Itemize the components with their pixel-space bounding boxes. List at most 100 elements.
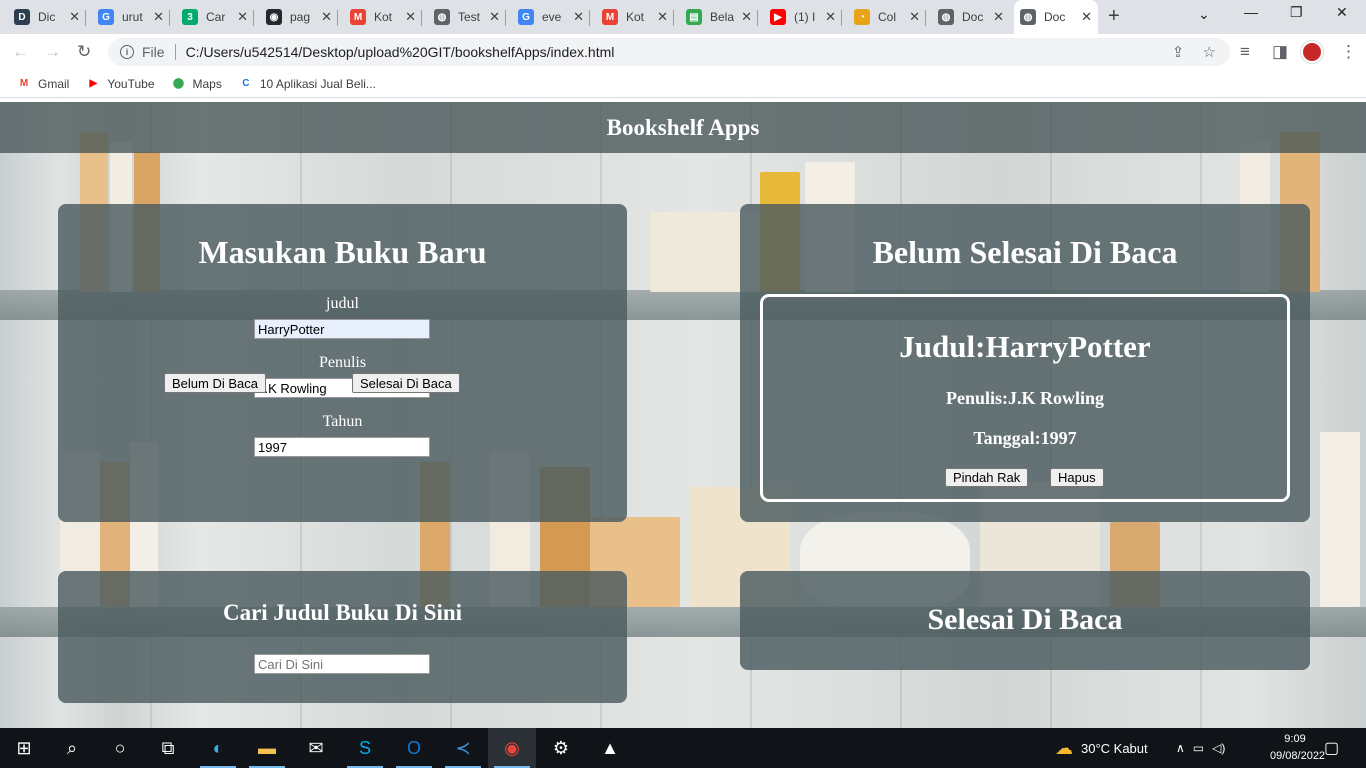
side-panel-icon[interactable]: ◨ (1272, 42, 1288, 62)
tab-title: Dic (38, 10, 56, 24)
weather-widget[interactable]: ☁ 30°C Kabut (1055, 728, 1148, 768)
bookmark-maps[interactable]: ⬤ Maps (171, 77, 222, 91)
task-view-icon[interactable]: ⧉ (144, 728, 192, 768)
close-icon[interactable]: ✕ (993, 9, 1004, 25)
gmail-icon: M (602, 9, 618, 25)
chevron-up-icon[interactable]: ∧ (1176, 741, 1185, 755)
app-header: Bookshelf Apps (0, 102, 1366, 153)
media-control-icon[interactable]: ≡ (1240, 42, 1250, 62)
browser-tab[interactable]: ▤ Bela ✕ (680, 4, 758, 30)
bookmark-label: Maps (192, 76, 222, 91)
url-text[interactable]: C:/Users/u542514/Desktop/upload%20GIT/bo… (186, 44, 615, 60)
close-icon[interactable]: ✕ (909, 9, 920, 25)
tab-search-icon[interactable]: ⌄ (1198, 6, 1210, 23)
move-shelf-button[interactable]: Pindah Rak (945, 468, 1029, 487)
close-icon[interactable]: ✕ (405, 9, 416, 25)
windows-start-icon[interactable]: ⊞ (0, 728, 48, 768)
book-card-year: Tanggal:1997 (973, 428, 1077, 448)
tab-title: Car (206, 10, 226, 24)
forward-icon[interactable]: → (44, 42, 61, 62)
search-input[interactable] (254, 654, 430, 674)
photos-icon[interactable]: ▲ (586, 728, 634, 768)
edge-icon[interactable]: ◐ (194, 728, 242, 768)
close-icon[interactable]: ✕ (573, 9, 584, 25)
book-card-author: Penulis:J.K Rowling (945, 388, 1105, 408)
reload-icon[interactable]: ↻ (77, 42, 91, 62)
bookmark-jual-beli[interactable]: C 10 Aplikasi Jual Beli... (238, 77, 376, 91)
avatar[interactable] (1301, 41, 1323, 63)
browser-tab[interactable]: ◉ pag ✕ (260, 4, 338, 30)
search-book-section: Cari Judul Buku Di Sini (58, 571, 627, 703)
tab-title: eve (542, 10, 562, 24)
outlook-icon[interactable]: O (390, 728, 438, 768)
browser-tab[interactable]: ◔ Col ✕ (848, 4, 926, 30)
close-icon[interactable]: ✕ (321, 9, 332, 25)
browser-tab[interactable]: G eve ✕ (512, 4, 590, 30)
browser-tab[interactable]: 3 Car ✕ (176, 4, 254, 30)
volume-icon[interactable]: ◁) (1212, 741, 1225, 755)
window-close-icon[interactable]: ✕ (1336, 4, 1348, 21)
book-year-input[interactable] (254, 437, 430, 457)
book-title-input[interactable] (254, 319, 430, 339)
close-icon[interactable]: ✕ (69, 9, 80, 25)
clock-time: 9:09 (1284, 733, 1306, 745)
close-icon[interactable]: ✕ (237, 9, 248, 25)
globe-icon: ◍ (434, 9, 450, 25)
network-icon[interactable]: ▭ (1193, 741, 1204, 755)
address-bar[interactable]: i File C:/Users/u542514/Desktop/upload%2… (108, 38, 1230, 66)
read-submit-button[interactable]: Selesai Di Baca (352, 373, 460, 393)
clock-date: 09/08/2022 (1270, 750, 1326, 762)
bookshelf-page: Bookshelf Apps Masukan Buku Baru judul P… (0, 102, 1366, 728)
skype-icon[interactable]: S (341, 728, 389, 768)
close-icon[interactable]: ✕ (1081, 9, 1092, 25)
restore-icon[interactable]: ❐ (1290, 4, 1303, 21)
bookmark-gmail[interactable]: M Gmail (16, 77, 70, 91)
search-section-title: Cari Judul Buku Di Sini (222, 600, 463, 625)
google-icon: G (98, 9, 114, 25)
browser-tab[interactable]: ◍ Test ✕ (428, 4, 506, 30)
unfinished-shelf-section: Belum Selesai Di Baca Judul:HarryPotter … (740, 204, 1310, 522)
star-icon[interactable]: ☆ (1203, 44, 1216, 61)
bookmark-label: YouTube (107, 76, 155, 91)
close-icon[interactable]: ✕ (153, 9, 164, 25)
tab-title: pag (290, 10, 311, 24)
browser-tab-active[interactable]: ◍ Doc ✕ (1014, 0, 1098, 34)
bookmark-youtube[interactable]: ▶ YouTube (85, 77, 154, 91)
system-clock[interactable]: 9:09 09/08/2022 (1270, 731, 1326, 765)
bookmark-label: 10 Aplikasi Jual Beli... (259, 76, 376, 91)
search-icon[interactable]: ⌕ (48, 728, 96, 768)
tampermonkey-icon: ◔ (854, 9, 870, 25)
page-title: Bookshelf Apps (606, 114, 760, 140)
mail-icon[interactable]: ✉ (292, 728, 340, 768)
back-icon[interactable]: ← (12, 42, 29, 62)
weather-cloud-sun-icon: ☁ (1055, 737, 1073, 758)
vscode-icon[interactable]: ≺ (439, 728, 487, 768)
browser-tab[interactable]: D Dic ✕ (8, 4, 86, 30)
browser-tab[interactable]: ▶ (1) I ✕ (764, 4, 842, 30)
cortana-icon[interactable]: ○ (96, 728, 144, 768)
info-icon[interactable]: i (120, 45, 134, 59)
book-icon: ▤ (686, 9, 702, 25)
new-tab-button[interactable]: + (1108, 5, 1120, 28)
close-icon[interactable]: ✕ (657, 9, 668, 25)
notification-icon[interactable]: ▢ (1324, 728, 1339, 768)
minimize-icon[interactable]: — (1244, 4, 1258, 20)
close-icon[interactable]: ✕ (825, 9, 836, 25)
input-section-title: Masukan Buku Baru (198, 234, 487, 270)
browser-tab[interactable]: G urut ✕ (92, 4, 170, 30)
share-icon[interactable]: ⇪ (1172, 44, 1185, 61)
browser-toolbar: ← → ↻ i File C:/Users/u542514/Desktop/up… (0, 34, 1366, 70)
close-icon[interactable]: ✕ (741, 9, 752, 25)
close-icon[interactable]: ✕ (489, 9, 500, 25)
menu-icon[interactable]: ⋮ (1340, 42, 1357, 62)
delete-book-button[interactable]: Hapus (1050, 468, 1104, 487)
browser-tab[interactable]: M Kot ✕ (596, 4, 674, 30)
browser-tab[interactable]: ◍ Doc ✕ (932, 4, 1010, 30)
file-explorer-icon[interactable]: ▬ (243, 728, 291, 768)
browser-tab-strip: D Dic ✕ G urut ✕ 3 Car ✕ ◉ pag ✕ M Kot ✕… (0, 0, 1366, 34)
tab-title: Test (458, 10, 481, 24)
browser-tab[interactable]: M Kot ✕ (344, 4, 422, 30)
unread-submit-button[interactable]: Belum Di Baca (164, 373, 266, 393)
settings-gear-icon[interactable]: ⚙ (537, 728, 585, 768)
chrome-icon[interactable]: ◉ (488, 728, 536, 768)
